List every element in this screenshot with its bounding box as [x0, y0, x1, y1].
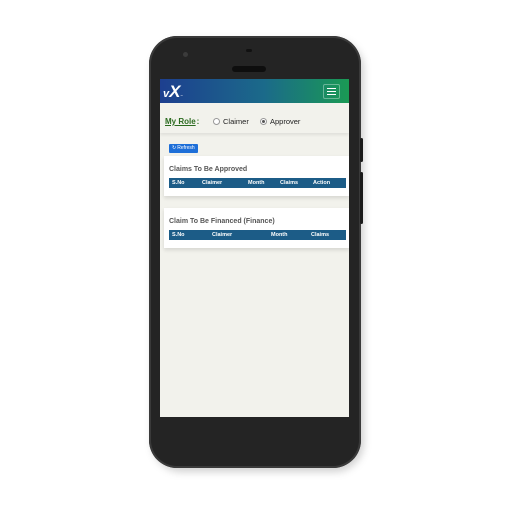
role-selector: My Role: Claimer Approver [160, 113, 349, 133]
volume-button [360, 172, 363, 224]
refresh-button[interactable]: ↻ Refresh [169, 144, 198, 153]
role-option-label: Claimer [223, 117, 249, 126]
power-button [360, 138, 363, 162]
column-header-month: Month [271, 232, 288, 238]
role-label-text: My Role [165, 117, 196, 126]
column-header-month: Month [248, 180, 265, 186]
column-header-sno: S.No [172, 180, 185, 186]
role-option-claimer[interactable]: Claimer [213, 117, 249, 126]
earpiece-speaker [232, 66, 266, 72]
radio-approver[interactable] [260, 118, 267, 125]
role-label-colon: : [196, 117, 200, 126]
proximity-sensor [246, 49, 252, 52]
app-screen: v X ~ My Role: Claimer Approver ↻ Refres… [160, 79, 349, 417]
claims-to-approve-title: Claims To Be Approved [169, 166, 248, 173]
logo-x: X [169, 82, 180, 101]
claims-to-approve-table-header: S.No Claimer Month Claims Action [169, 178, 346, 188]
app-header: v X ~ [160, 79, 349, 103]
claims-to-finance-title: Claim To Be Financed (Finance) [169, 218, 275, 225]
refresh-label: Refresh [177, 145, 195, 151]
column-header-claims: Claims [280, 180, 299, 186]
app-logo[interactable]: v X ~ [163, 82, 183, 101]
column-header-sno: S.No [172, 232, 185, 238]
claims-to-finance-table-header: S.No Claimer Month Claims [169, 230, 346, 240]
column-header-claimer: Claimer [212, 232, 233, 238]
claims-to-finance-card: Claim To Be Financed (Finance) S.No Clai… [164, 208, 349, 248]
logo-tagline: ~ [180, 93, 183, 98]
column-header-claimer: Claimer [202, 180, 223, 186]
role-option-label: Approver [270, 117, 301, 126]
front-camera [183, 52, 188, 57]
hamburger-icon[interactable] [323, 84, 340, 99]
refresh-icon: ↻ [172, 145, 177, 151]
claims-to-approve-card: Claims To Be Approved S.No Claimer Month… [164, 156, 349, 196]
radio-claimer[interactable] [213, 118, 220, 125]
column-header-action: Action [313, 180, 331, 186]
role-label: My Role: [165, 117, 199, 126]
column-header-claims: Claims [311, 232, 330, 238]
role-option-approver[interactable]: Approver [260, 117, 300, 126]
